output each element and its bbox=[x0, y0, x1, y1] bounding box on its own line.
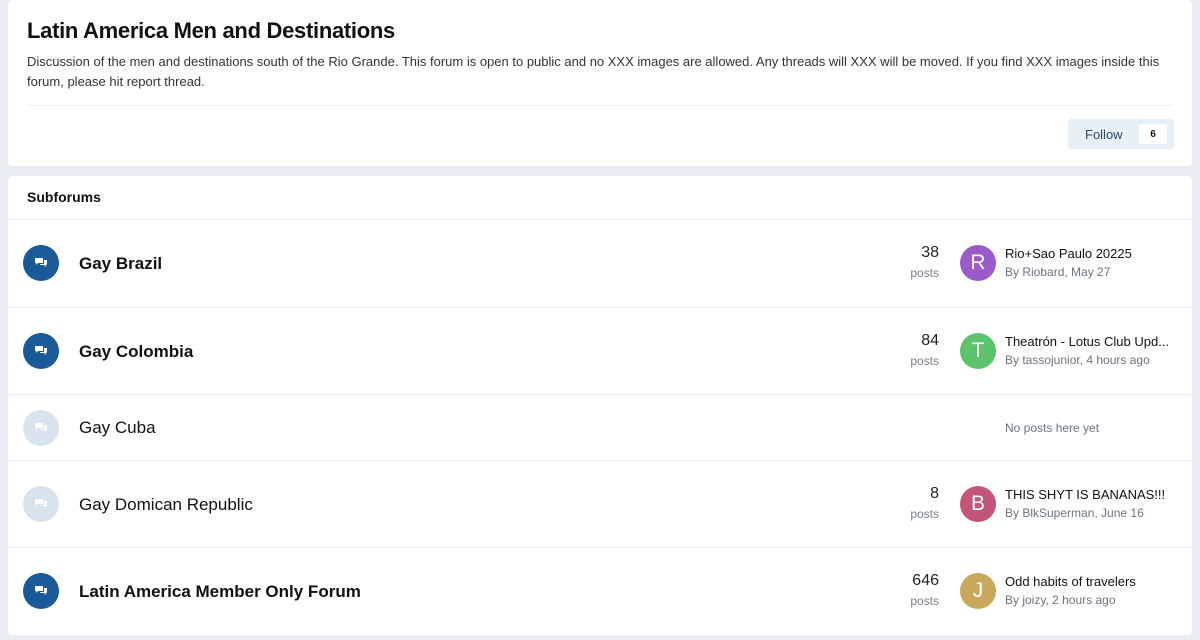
last-post-meta: By joizy, 2 hours ago bbox=[1005, 593, 1116, 607]
post-count: 38 posts bbox=[910, 244, 939, 280]
last-post-title-link[interactable]: THIS SHYT IS BANANAS!!! bbox=[1005, 487, 1185, 503]
forum-name-link[interactable]: Gay Brazil bbox=[79, 254, 162, 274]
subforum-row-latin-america-member-only-forum[interactable]: Latin America Member Only Forum 646 post… bbox=[8, 547, 1192, 635]
last-post-meta: By tassojunior, 4 hours ago bbox=[1005, 353, 1150, 367]
last-post-title-link[interactable]: Rio+Sao Paulo 20225 bbox=[1005, 246, 1185, 262]
subforums-title: Subforums bbox=[27, 189, 101, 205]
last-post: Rio+Sao Paulo 20225 By Riobard, May 27 bbox=[1005, 246, 1185, 280]
subforum-row-gay-cuba[interactable]: Gay Cuba No posts here yet bbox=[8, 394, 1192, 461]
forum-read-icon bbox=[23, 410, 59, 446]
forum-header: Latin America Men and Destinations Discu… bbox=[8, 0, 1192, 166]
forum-unread-icon bbox=[23, 573, 59, 609]
forum-unread-icon bbox=[23, 245, 59, 281]
follow-label: Follow bbox=[1085, 126, 1123, 142]
last-post-meta: By Riobard, May 27 bbox=[1005, 265, 1111, 279]
last-post: Odd habits of travelers By joizy, 2 hour… bbox=[1005, 574, 1185, 608]
post-count: 646 posts bbox=[910, 572, 939, 608]
forum-name-link[interactable]: Gay Domican Republic bbox=[79, 495, 253, 515]
forum-read-icon bbox=[23, 486, 59, 522]
post-count: 84 posts bbox=[910, 332, 939, 368]
forum-unread-icon bbox=[23, 333, 59, 369]
follower-count-badge: 6 bbox=[1139, 124, 1167, 144]
divider bbox=[27, 105, 1173, 106]
last-post-meta: By BlkSuperman, June 16 bbox=[1005, 506, 1144, 520]
forum-description: Discussion of the men and destinations s… bbox=[27, 54, 1160, 89]
subforum-row-gay-colombia[interactable]: Gay Colombia 84 posts T Theatrón - Lotus… bbox=[8, 307, 1192, 395]
avatar[interactable]: J bbox=[960, 573, 996, 609]
forum-name-link[interactable]: Gay Colombia bbox=[79, 342, 193, 362]
last-post: THIS SHYT IS BANANAS!!! By BlkSuperman, … bbox=[1005, 487, 1185, 521]
avatar[interactable]: R bbox=[960, 245, 996, 281]
avatar[interactable]: T bbox=[960, 333, 996, 369]
page-title: Latin America Men and Destinations bbox=[27, 18, 395, 43]
last-post-title-link[interactable]: Theatrón - Lotus Club Upd... bbox=[1005, 334, 1185, 350]
no-posts-message: No posts here yet bbox=[1005, 421, 1100, 435]
forum-name-link[interactable]: Latin America Member Only Forum bbox=[79, 582, 361, 602]
avatar[interactable]: B bbox=[960, 486, 996, 522]
subforum-row-gay-domican-republic[interactable]: Gay Domican Republic 8 posts B THIS SHYT… bbox=[8, 460, 1192, 548]
forum-name-link[interactable]: Gay Cuba bbox=[79, 418, 156, 438]
post-count: 8 posts bbox=[910, 485, 939, 521]
subforum-row-gay-brazil[interactable]: Gay Brazil 38 posts R Rio+Sao Paulo 2022… bbox=[8, 220, 1192, 307]
subforums-panel: Subforums Gay Brazil 38 posts R Rio+Sao … bbox=[8, 176, 1192, 635]
last-post-title-link[interactable]: Odd habits of travelers bbox=[1005, 574, 1185, 590]
follow-button[interactable]: Follow 6 bbox=[1068, 119, 1174, 149]
last-post: Theatrón - Lotus Club Upd... By tassojun… bbox=[1005, 334, 1185, 368]
